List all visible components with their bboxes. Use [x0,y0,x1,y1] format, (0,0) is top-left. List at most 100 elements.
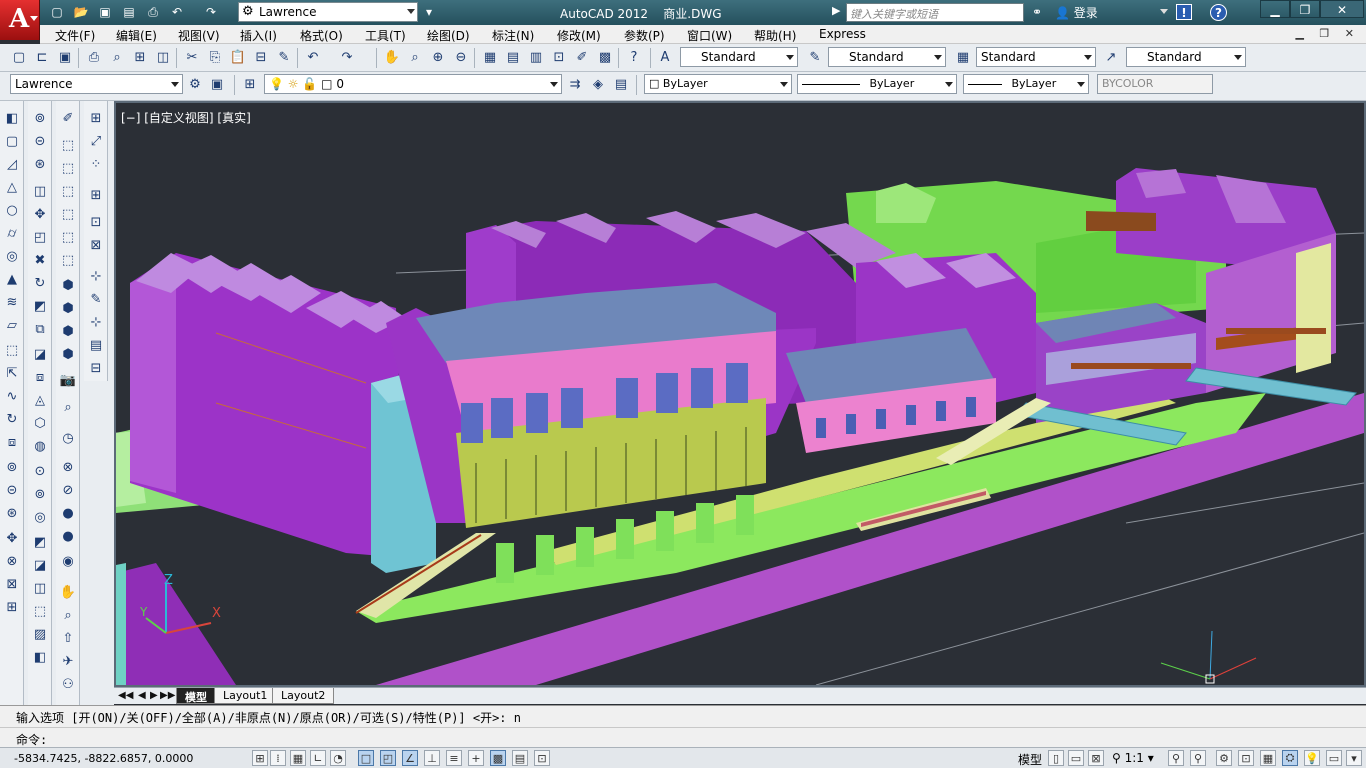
hardware-acceleration-icon[interactable]: ▦ [1260,750,1276,766]
transparency-icon[interactable]: ▩ [490,750,506,766]
sweep-icon[interactable]: ∿ [3,387,21,405]
color-faces-icon[interactable]: ◪ [31,345,49,363]
ucs-previous-icon[interactable]: ▤ [87,336,105,354]
refine-icon[interactable]: ⬢ [59,299,77,317]
intersect-icon[interactable]: ⊛ [31,155,49,173]
copy-faces-icon[interactable]: ⧉ [31,320,49,338]
gear-icon[interactable]: ⚙ [186,75,204,93]
interfere-icon[interactable]: ◫ [31,579,49,597]
helix-icon[interactable]: ≋ [3,293,21,311]
thicken-icon[interactable]: ▨ [31,625,49,643]
3d-move-icon[interactable]: ✥ [3,529,21,547]
quickcalc-icon[interactable]: ▩ [596,48,614,66]
markup-icon[interactable]: ✐ [573,48,591,66]
save-icon[interactable]: ▣ [56,48,74,66]
torus-mesh-icon[interactable]: ⬚ [59,251,77,269]
move-faces-icon[interactable]: ✥ [31,205,49,223]
ucs-x-icon[interactable]: ⊹ [87,267,105,285]
visual-style-hidden-icon[interactable]: ⊘ [59,481,77,499]
first-tab-icon[interactable]: ◀◀ [118,690,133,701]
menu-parametric[interactable]: 参数(P) [624,27,665,44]
linetype-dropdown[interactable]: ByLayer [797,74,957,94]
menu-window[interactable]: 窗口(W) [687,27,732,44]
cone-icon[interactable]: △ [3,178,21,196]
steering-wheel-icon[interactable]: ⚇ [59,675,77,693]
polar-icon[interactable]: ◔ [330,750,346,766]
help-icon[interactable]: ? [625,48,643,66]
auto-scale-icon[interactable]: ⚲ [1190,750,1206,766]
walk-icon[interactable]: ⇧ [59,629,77,647]
slice-icon[interactable]: ◩ [31,533,49,551]
ucs-face-icon[interactable]: ⤢ [87,132,105,150]
redo-icon[interactable]: ↷ [338,48,356,66]
menu-format[interactable]: 格式(O) [300,27,343,44]
planar-surface-icon[interactable]: ▱ [3,316,21,334]
plotstyle-dropdown[interactable]: BYCOLOR [1097,74,1213,94]
isolate-objects-icon[interactable]: ⛭ [1282,750,1298,766]
workspace-toolbar-dropdown[interactable]: Lawrence [10,74,183,94]
section-icon[interactable]: ◪ [31,556,49,574]
color-edges-icon[interactable]: ◬ [31,391,49,409]
smooth-icon[interactable]: ⬢ [59,276,77,294]
plot-preview-icon[interactable]: ⌕ [108,48,126,66]
orbit-icon[interactable]: ◷ [59,429,77,447]
save-as-icon[interactable]: ▤ [120,3,138,21]
offset-faces-icon[interactable]: ◰ [31,228,49,246]
paste-icon[interactable]: 📋 [229,48,247,66]
help-icon[interactable]: ? [1210,4,1227,21]
convert-icon[interactable]: ◧ [31,648,49,666]
snap-icon[interactable]: ⁞ [270,750,286,766]
wedge-mesh-icon[interactable]: ⬚ [59,159,77,177]
visual-style-realistic-icon[interactable]: ● [59,504,77,522]
layer-state-icon[interactable]: ▤ [612,75,630,93]
dyn-icon[interactable]: ≡ [446,750,462,766]
print-icon[interactable]: ⎙ [144,3,162,21]
workspace-switching-icon[interactable]: ⚙ [1216,750,1232,766]
lightbulb-icon[interactable]: 💡 [1304,750,1320,766]
dim-style-icon[interactable]: ✎ [806,48,824,66]
mleader-style-icon[interactable]: ↗ [1102,48,1120,66]
wedge-icon[interactable]: ◿ [3,155,21,173]
visual-style-wireframe-icon[interactable]: ⊗ [59,458,77,476]
search-input[interactable]: 键入关键字或短语 [846,3,1024,22]
ucs-named-icon[interactable]: ⊟ [87,359,105,377]
application-menu-button[interactable]: A [0,0,40,40]
quick-view-drawings-icon[interactable]: ▭ [1068,750,1084,766]
selection-cycling-icon[interactable]: ⊡ [534,750,550,766]
clean-screen-icon[interactable]: ▭ [1326,750,1342,766]
model-space-button[interactable]: 模型 [1018,751,1042,768]
osnap-icon[interactable]: □ [358,750,374,766]
intersect-icon[interactable]: ⊛ [3,504,21,522]
workspace-dropdown[interactable]: ⚙ Lawrence [238,2,418,22]
last-tab-icon[interactable]: ▶▶ [160,690,175,701]
zoom-previous-icon[interactable]: ⊖ [452,48,470,66]
next-tab-icon[interactable]: ▶ [150,690,158,701]
lineweight-icon[interactable]: + [468,750,484,766]
properties-icon[interactable]: ▦ [481,48,499,66]
lineweight-dropdown[interactable]: ByLayer [963,74,1089,94]
viewport-controls-label[interactable]: [−] [自定义视图] [真实] [121,109,251,126]
restore-button[interactable]: ❐ [1290,0,1320,18]
coordinate-display[interactable]: -5834.7425, -8822.6857, 0.0000 [14,752,193,765]
design-center-icon[interactable]: ▤ [504,48,522,66]
menu-edit[interactable]: 编辑(E) [116,27,157,44]
minimize-button[interactable]: ▁ [1260,0,1290,18]
search-expand-icon[interactable]: ▶ [832,4,840,17]
infer-constraints-icon[interactable]: ⊞ [252,750,268,766]
quick-view-layouts-icon[interactable]: ▯ [1048,750,1064,766]
lock-icon[interactable]: ⊡ [1238,750,1254,766]
menu-dimension[interactable]: 标注(N) [492,27,534,44]
subtract-icon[interactable]: ⊝ [3,481,21,499]
polysolid-icon[interactable]: ◧ [3,109,21,127]
annotation-scale[interactable]: ⚲ 1:1 ▾ [1112,751,1154,765]
maximize-viewport-icon[interactable]: ⊠ [1088,750,1104,766]
zoom-realtime-icon[interactable]: ⌕ [406,48,424,66]
3d-print-icon[interactable]: ◫ [154,48,172,66]
menu-file[interactable]: 文件(F) [55,27,95,44]
layer-properties-icon[interactable]: ⊞ [241,75,259,93]
subtract-icon[interactable]: ⊝ [31,132,49,150]
plot-icon[interactable]: ⎙ [85,48,103,66]
shell-icon[interactable]: ⊚ [31,485,49,503]
make-current-icon[interactable]: ⇉ [566,75,584,93]
publish-icon[interactable]: ⊞ [131,48,149,66]
